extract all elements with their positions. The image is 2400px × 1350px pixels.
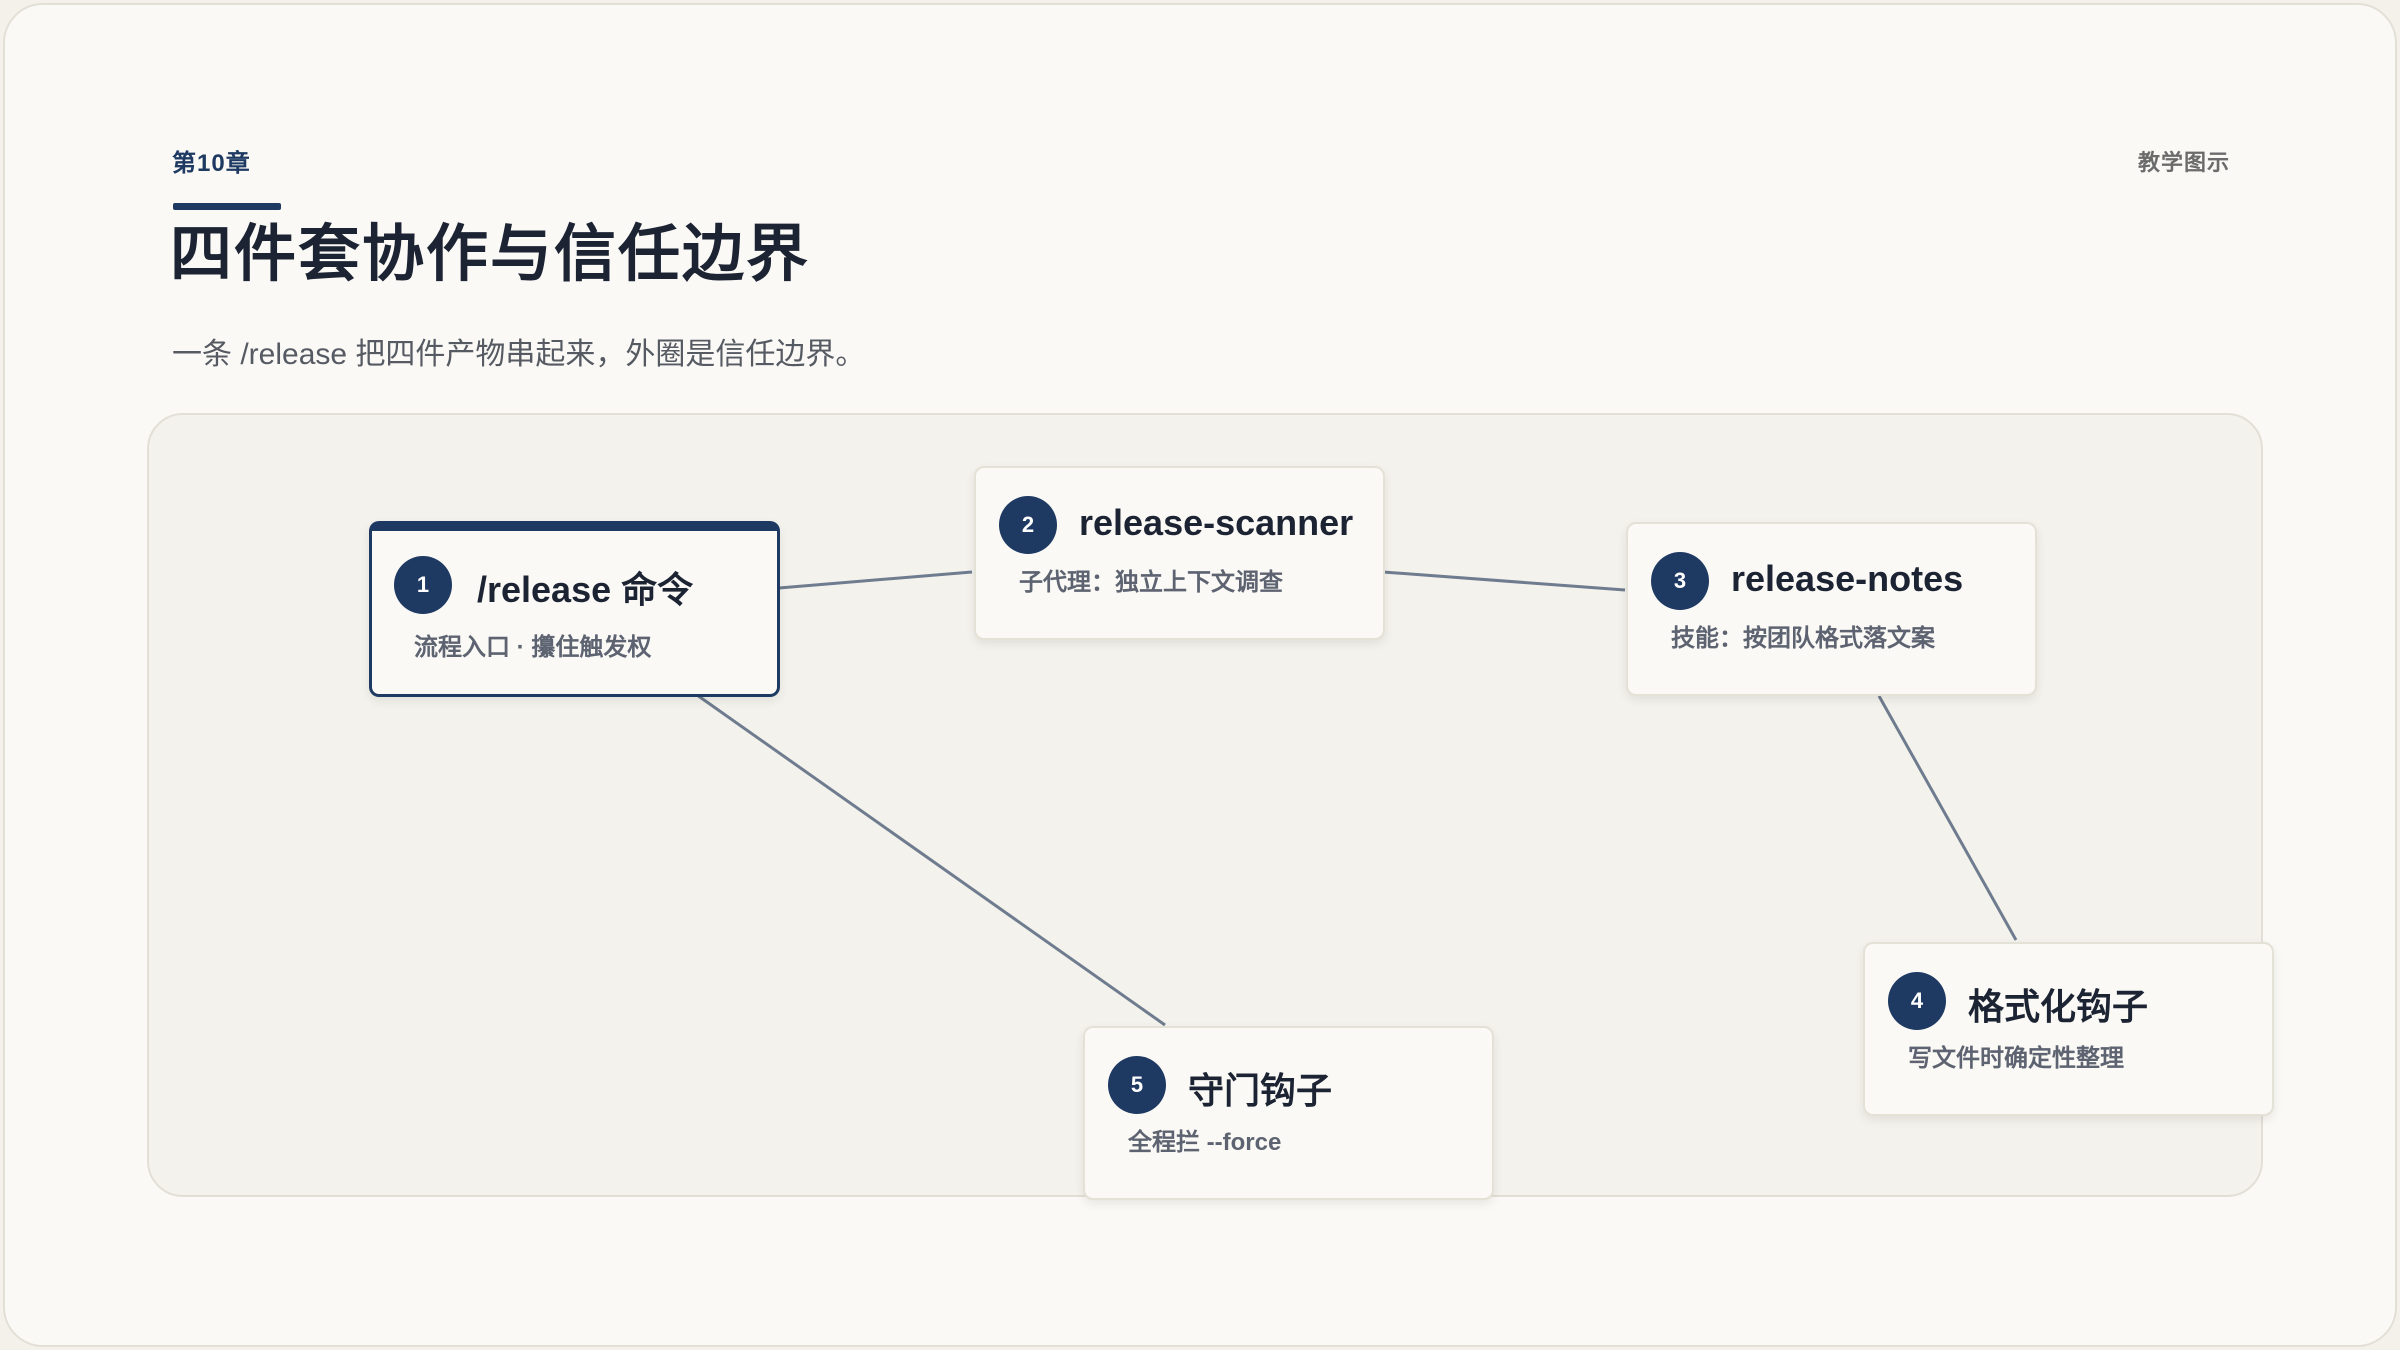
node-description: 全程拦 --force [1128,1129,1282,1156]
node-title: 格式化钩子 [1968,986,2149,1027]
node-release-notes[interactable]: 3 release-notes 技能：按团队格式落文案 [1626,522,2037,696]
step-badge-4: 4 [1888,972,1946,1030]
node-format-hook[interactable]: 4 格式化钩子 写文件时确定性整理 [1863,942,2274,1116]
node-title: 守门钩子 [1188,1070,1333,1111]
step-badge-2: 2 [999,496,1057,554]
node-title: /release 命令 [477,569,694,610]
step-badge-1: 1 [394,556,452,614]
slide: 第10章 教学图示 四件套协作与信任边界 一条 /release 把四件产物串起… [3,3,2397,1347]
node-release-scanner[interactable]: 2 release-scanner 子代理：独立上下文调查 [974,466,1385,640]
step-badge-3: 3 [1651,552,1709,610]
node-description: 写文件时确定性整理 [1908,1045,2124,1072]
node-release-command[interactable]: 1 /release 命令 流程入口 · 攥住触发权 [369,521,780,697]
corner-tag: 教学图示 [2137,150,2230,175]
step-badge-5: 5 [1108,1056,1166,1114]
node-title: release-scanner [1079,502,1354,543]
node-description: 技能：按团队格式落文案 [1671,625,1935,652]
node-description: 流程入口 · 攥住触发权 [414,634,652,661]
page-title: 四件套协作与信任边界 [170,220,811,289]
title-accent-bar [173,203,281,210]
node-title: release-notes [1731,558,1964,599]
page-subtitle: 一条 /release 把四件产物串起来，外圈是信任边界。 [172,338,866,371]
node-guard-hook[interactable]: 5 守门钩子 全程拦 --force [1083,1026,1494,1200]
chapter-label: 第10章 [172,150,251,177]
node-description: 子代理：独立上下文调查 [1019,569,1283,596]
